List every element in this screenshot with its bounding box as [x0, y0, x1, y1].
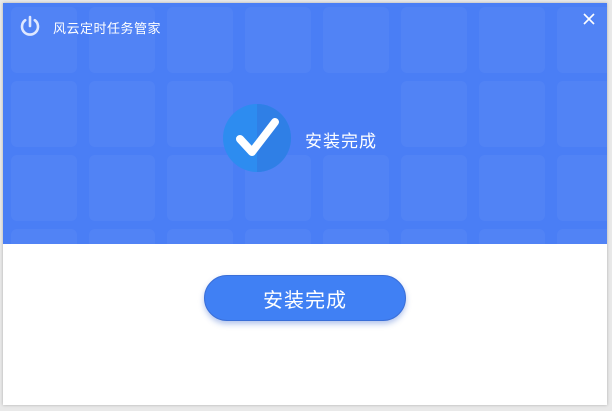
close-icon — [583, 13, 595, 25]
window-title: 风云定时任务管家 — [53, 22, 162, 37]
header-banner: 风云定时任务管家 安装完成 — [3, 3, 607, 244]
finish-button[interactable]: 安装完成 — [204, 275, 406, 321]
title-bar: 风云定时任务管家 — [3, 3, 607, 49]
checkmark-circle-icon — [221, 102, 293, 174]
status-text: 安装完成 — [305, 132, 377, 152]
finish-button-label: 安装完成 — [263, 287, 347, 312]
power-icon — [18, 14, 42, 38]
installer-window: 风云定时任务管家 安装完成 安装完成 — [3, 3, 607, 405]
close-button[interactable] — [579, 9, 599, 29]
